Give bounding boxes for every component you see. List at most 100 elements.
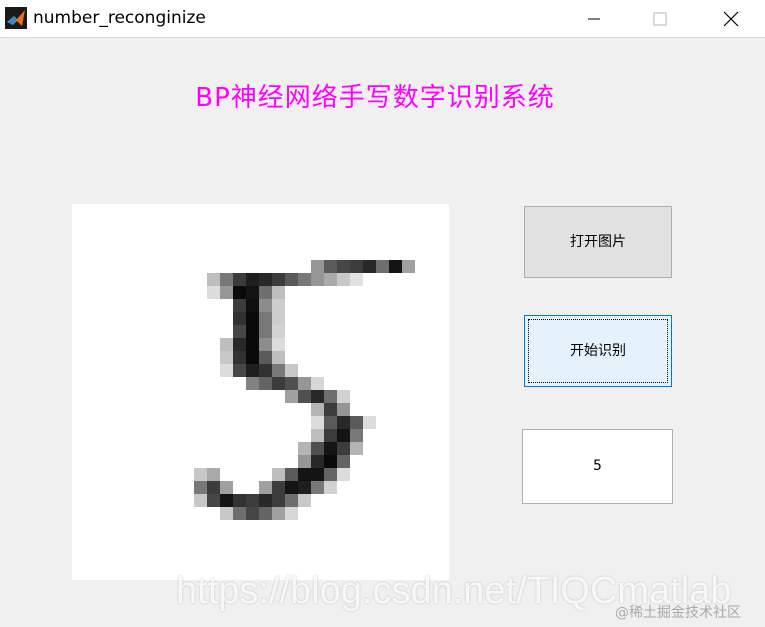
digit-pixel <box>402 260 415 273</box>
digit-pixel <box>220 507 233 520</box>
minimize-icon <box>588 18 600 19</box>
digit-pixel <box>298 481 311 494</box>
digit-pixel <box>272 377 285 390</box>
digit-pixel <box>259 507 272 520</box>
digit-pixel <box>311 390 324 403</box>
digit-pixel <box>285 390 298 403</box>
digit-pixel <box>324 481 337 494</box>
digit-pixel <box>363 416 376 429</box>
digit-pixel <box>272 273 285 286</box>
window-title: number_reconginize <box>33 8 206 28</box>
digit-pixel <box>324 455 337 468</box>
digit-pixel <box>337 260 350 273</box>
digit-pixel <box>311 403 324 416</box>
digit-pixel <box>272 351 285 364</box>
digit-pixel <box>298 390 311 403</box>
minimize-button[interactable] <box>563 0 625 37</box>
digit-pixel <box>272 325 285 338</box>
digit-pixel <box>298 494 311 507</box>
digit-pixel <box>311 429 324 442</box>
digit-pixel <box>233 338 246 351</box>
digit-pixel <box>207 286 220 299</box>
digit-pixel <box>233 494 246 507</box>
handwritten-digit-image <box>194 260 415 520</box>
digit-pixel <box>220 338 233 351</box>
digit-pixel <box>285 494 298 507</box>
digit-pixel <box>337 442 350 455</box>
digit-pixel <box>285 468 298 481</box>
digit-pixel <box>350 416 363 429</box>
image-panel <box>72 204 449 580</box>
digit-pixel <box>220 273 233 286</box>
digit-pixel <box>233 299 246 312</box>
digit-pixel <box>324 390 337 403</box>
digit-pixel <box>207 481 220 494</box>
digit-pixel <box>272 312 285 325</box>
digit-pixel <box>389 260 402 273</box>
app-heading: BP神经网络手写数字识别系统 <box>195 83 555 113</box>
digit-pixel <box>194 481 207 494</box>
digit-pixel <box>324 468 337 481</box>
digit-pixel <box>311 442 324 455</box>
digit-pixel <box>298 468 311 481</box>
close-button[interactable] <box>700 0 762 37</box>
close-icon <box>723 11 739 26</box>
open-image-button[interactable]: 打开图片 <box>524 206 672 278</box>
digit-pixel <box>285 377 298 390</box>
digit-pixel <box>298 455 311 468</box>
digit-pixel <box>246 338 259 351</box>
digit-pixel <box>311 468 324 481</box>
digit-pixel <box>363 260 376 273</box>
digit-pixel <box>272 286 285 299</box>
digit-pixel <box>259 364 272 377</box>
digit-pixel <box>259 273 272 286</box>
digit-pixel <box>324 416 337 429</box>
digit-pixel <box>207 273 220 286</box>
digit-pixel <box>311 377 324 390</box>
digit-pixel <box>246 351 259 364</box>
digit-pixel <box>272 338 285 351</box>
maximize-button[interactable] <box>629 0 691 37</box>
digit-pixel <box>220 364 233 377</box>
digit-pixel <box>272 468 285 481</box>
digit-pixel <box>324 260 337 273</box>
digit-pixel <box>350 260 363 273</box>
digit-pixel <box>337 273 350 286</box>
digit-pixel <box>311 273 324 286</box>
digit-pixel <box>246 299 259 312</box>
focus-ring <box>528 319 668 383</box>
start-recognition-button[interactable]: 开始识别 <box>524 315 672 387</box>
digit-pixel <box>285 481 298 494</box>
digit-pixel <box>376 260 389 273</box>
digit-pixel <box>324 273 337 286</box>
digit-pixel <box>233 312 246 325</box>
digit-pixel <box>259 286 272 299</box>
digit-pixel <box>259 494 272 507</box>
digit-pixel <box>272 299 285 312</box>
digit-pixel <box>246 364 259 377</box>
digit-pixel <box>285 507 298 520</box>
digit-pixel <box>285 273 298 286</box>
watermark-source: @稀土掘金技术社区 <box>615 605 741 621</box>
digit-pixel <box>324 442 337 455</box>
digit-pixel <box>350 429 363 442</box>
maximize-icon <box>653 12 667 25</box>
digit-pixel <box>324 403 337 416</box>
digit-pixel <box>207 494 220 507</box>
digit-pixel <box>337 429 350 442</box>
digit-pixel <box>220 286 233 299</box>
digit-pixel <box>259 299 272 312</box>
digit-pixel <box>233 286 246 299</box>
digit-pixel <box>311 455 324 468</box>
matlab-icon <box>5 7 27 29</box>
digit-pixel <box>259 351 272 364</box>
digit-pixel <box>246 273 259 286</box>
digit-pixel <box>259 325 272 338</box>
digit-pixel <box>285 364 298 377</box>
digit-pixel <box>324 429 337 442</box>
digit-pixel <box>233 325 246 338</box>
digit-pixel <box>259 481 272 494</box>
digit-pixel <box>246 325 259 338</box>
digit-pixel <box>272 494 285 507</box>
digit-pixel <box>298 377 311 390</box>
